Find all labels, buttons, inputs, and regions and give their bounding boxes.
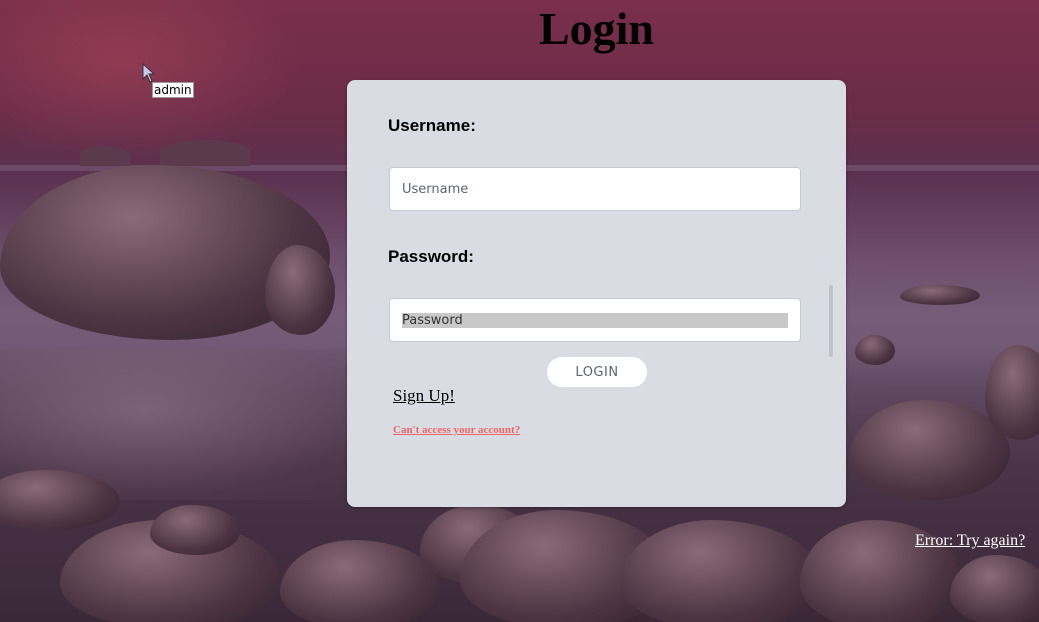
- mouse-pointer-icon: [142, 63, 156, 83]
- page-title: Login: [538, 3, 655, 54]
- island: [160, 140, 250, 166]
- username-label: Username:: [388, 116, 476, 135]
- rock: [265, 245, 335, 335]
- login-card: Username: Password: LOGIN Sign Up! Can't…: [347, 80, 846, 507]
- rock: [850, 400, 1010, 500]
- tooltip: admin: [152, 82, 194, 98]
- rock: [900, 285, 980, 305]
- forgot-account-link[interactable]: Can't access your account?: [393, 424, 520, 436]
- scrollbar[interactable]: [829, 285, 833, 357]
- rock: [620, 520, 820, 622]
- island: [80, 146, 130, 166]
- password-label: Password:: [388, 247, 474, 266]
- password-input[interactable]: [389, 298, 801, 342]
- username-input[interactable]: [389, 167, 801, 211]
- rock: [950, 555, 1039, 622]
- rock: [855, 335, 895, 365]
- rock: [150, 505, 240, 555]
- login-button[interactable]: LOGIN: [547, 357, 647, 387]
- error-retry-link[interactable]: Error: Try again?: [915, 532, 1025, 550]
- rock: [280, 540, 440, 622]
- signup-link[interactable]: Sign Up!: [393, 386, 455, 406]
